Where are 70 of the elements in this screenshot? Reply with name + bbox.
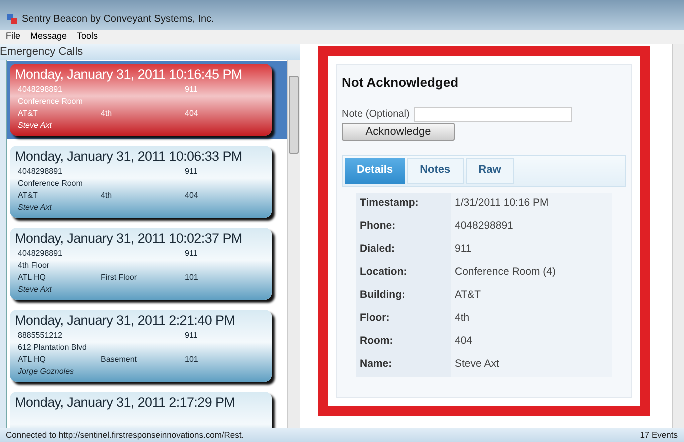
scrollbar[interactable]	[287, 60, 300, 428]
field-value: Steve Axt	[454, 357, 500, 372]
field-label: Dialed:	[356, 238, 451, 262]
location: 4th Floor	[18, 260, 50, 272]
note-label: Note (Optional)	[342, 108, 410, 122]
field-value: AT&T	[454, 288, 482, 304]
phone-number: 4048298891	[18, 248, 64, 260]
call-card[interactable]: Monday, January 31, 2011 10:02:37 PM 4048298891 911 4th Floor ATL HQ First Floor 101 Steve Axt	[10, 228, 272, 300]
menu-item[interactable]: Message	[30, 30, 68, 44]
call-card[interactable]: Monday, January 31, 2011 10:16:45 PM 4048298891 911 Conference Room AT&T 4th 404 Steve Axt	[10, 64, 272, 136]
call-time: Monday, January 31, 2011 2:17:29 PM	[15, 394, 236, 412]
status-heading: Not Acknowledged	[342, 74, 460, 92]
location: Conference Room	[18, 178, 83, 190]
call-card[interactable]: Monday, January 31, 2011 10:06:33 PM 4048298891 911 Conference Room AT&T 4th 404 Steve Axt	[10, 146, 272, 218]
field-label: Phone:	[356, 216, 451, 238]
field-value: 4048298891	[454, 219, 514, 234]
menu-item[interactable]: File	[6, 30, 21, 44]
building: ATL HQ	[18, 272, 48, 284]
call-card[interactable]: Monday, January 31, 2011 2:17:29 PM	[10, 392, 272, 428]
building: AT&T	[18, 190, 39, 202]
field-label: Building:	[356, 284, 451, 308]
phone-number: 8885551212	[18, 330, 64, 342]
tab[interactable]: Notes	[407, 158, 464, 184]
field-value: 404	[454, 334, 473, 350]
dialed-number: 911	[185, 330, 198, 342]
call-time: Monday, January 31, 2011 10:06:33 PM	[15, 148, 242, 166]
list-title: Emergency Calls	[0, 44, 300, 60]
acknowledge-button[interactable]: Acknowledge	[342, 122, 455, 140]
note-field[interactable]	[414, 106, 572, 122]
field-label: Timestamp:	[356, 192, 451, 216]
caller-name: Steve Axt	[18, 120, 52, 132]
phone-number: 4048298891	[18, 84, 64, 96]
call-time: Monday, January 31, 2011 10:02:37 PM	[15, 230, 242, 248]
floor: Basement	[101, 354, 138, 366]
window-title: Sentry Beacon by Conveyant Systems, Inc.	[22, 12, 214, 26]
location: Conference Room	[18, 96, 83, 108]
field-value: Conference Room (4)	[454, 265, 556, 280]
call-time: Monday, January 31, 2011 10:16:45 PM	[15, 66, 242, 84]
floor: 4th	[101, 108, 114, 120]
floor: First Floor	[101, 272, 138, 284]
app-icon	[6, 13, 18, 25]
building: ATL HQ	[18, 354, 48, 366]
caller-name: Steve Axt	[18, 202, 52, 214]
status-message: Connected to http://sentinel.firstresponseinnovations.com/Rest.	[6, 428, 244, 442]
room: 404	[185, 190, 198, 202]
field-label: Location:	[356, 262, 451, 284]
floor: 4th	[101, 190, 114, 202]
field-value: 911	[454, 242, 472, 258]
scrollbar[interactable]	[672, 44, 684, 428]
dialed-number: 911	[185, 84, 198, 96]
event-count: 17 Events	[640, 428, 678, 442]
call-card[interactable]: Monday, January 31, 2011 2:21:40 PM 8885551212 911 612 Plantation Blvd ATL HQ Basement 101 Jorge Goznoles	[10, 310, 272, 382]
caller-name: Jorge Goznoles	[18, 366, 74, 378]
field-value: 4th	[454, 311, 470, 326]
room: 404	[185, 108, 198, 120]
location: 612 Plantation Blvd	[18, 342, 87, 354]
field-label: Floor:	[356, 308, 451, 330]
tab[interactable]: Raw	[466, 158, 514, 184]
caller-name: Steve Axt	[18, 284, 52, 296]
dialed-number: 911	[185, 248, 198, 260]
field-label: Room:	[356, 330, 451, 354]
call-time: Monday, January 31, 2011 2:21:40 PM	[15, 312, 236, 330]
field-value: 1/31/2011 10:16 PM	[454, 196, 549, 212]
phone-number: 4048298891	[18, 166, 64, 178]
room: 101	[185, 354, 198, 366]
field-label: Name:	[356, 354, 451, 376]
menu-item[interactable]: Tools	[77, 30, 98, 44]
building: AT&T	[18, 108, 39, 120]
room: 101	[185, 272, 198, 284]
dialed-number: 911	[185, 166, 198, 178]
